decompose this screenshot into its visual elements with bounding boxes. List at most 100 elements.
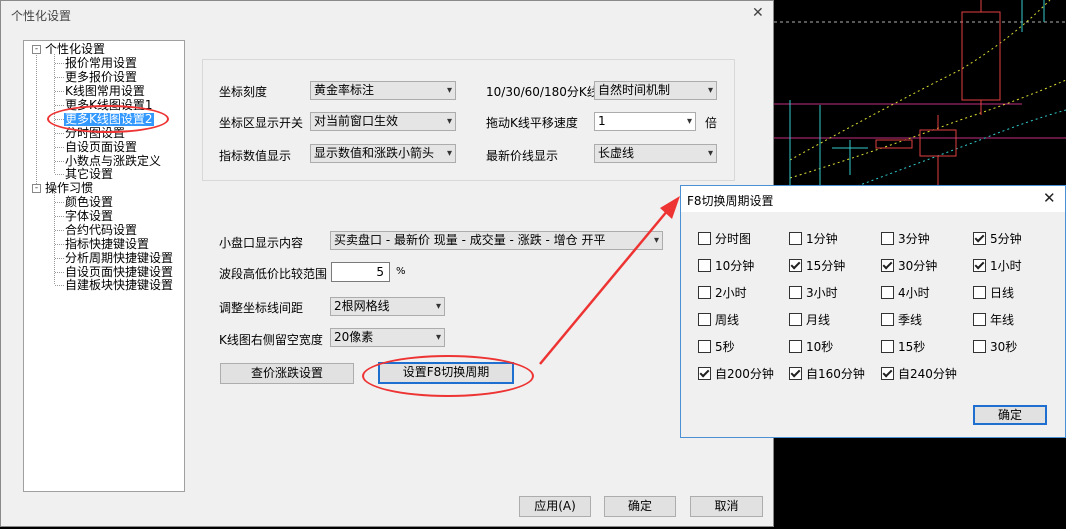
coord-area-value: 对当前窗口生效 bbox=[314, 114, 399, 128]
period-checkbox[interactable]: 30秒 bbox=[973, 340, 1017, 354]
period-checkbox[interactable]: 1分钟 bbox=[789, 232, 838, 246]
coord-area-select[interactable]: 对当前窗口生效 ▾ bbox=[310, 112, 456, 131]
period-checkbox-label: 10分钟 bbox=[715, 259, 755, 273]
checkbox-checked-icon[interactable] bbox=[789, 259, 802, 272]
dialog-title: 个性化设置 bbox=[11, 9, 72, 23]
period-checkbox[interactable]: 分时图 bbox=[698, 232, 751, 246]
right-margin-select[interactable]: 20像素 ▾ bbox=[330, 328, 445, 347]
checkbox-unchecked-icon[interactable] bbox=[881, 286, 894, 299]
period-checkbox[interactable]: 月线 bbox=[789, 313, 830, 327]
apply-button[interactable]: 应用(A) bbox=[519, 496, 591, 517]
checkbox-checked-icon[interactable] bbox=[698, 367, 711, 380]
checkbox-unchecked-icon[interactable] bbox=[881, 340, 894, 353]
indicator-value-select[interactable]: 显示数值和涨跌小箭头 ▾ bbox=[310, 144, 456, 163]
tree-item-quote-more[interactable]: 更多报价设置 bbox=[65, 71, 137, 84]
tree-connector bbox=[55, 216, 64, 217]
period-checkbox-label: 30分钟 bbox=[898, 259, 938, 273]
period-checkbox[interactable]: 日线 bbox=[973, 286, 1014, 300]
period-checkbox[interactable]: 年线 bbox=[973, 313, 1014, 327]
tree-item-font[interactable]: 字体设置 bbox=[65, 210, 113, 223]
tree-item-period-hotkey[interactable]: 分析周期快捷键设置 bbox=[65, 252, 173, 265]
kline-period-label: 10/30/60/180分K线 bbox=[486, 85, 599, 99]
chevron-down-icon: ▾ bbox=[707, 85, 713, 96]
period-checkbox-label: 2小时 bbox=[715, 286, 747, 300]
tree-item-color[interactable]: 颜色设置 bbox=[65, 196, 113, 209]
checkbox-unchecked-icon[interactable] bbox=[698, 232, 711, 245]
checkbox-unchecked-icon[interactable] bbox=[973, 340, 986, 353]
checkbox-checked-icon[interactable] bbox=[973, 259, 986, 272]
tree-item-block-hotkey[interactable]: 自建板块快捷键设置 bbox=[65, 279, 173, 292]
tree-toggle[interactable]: - bbox=[32, 45, 41, 54]
ok-button[interactable]: 确定 bbox=[604, 496, 676, 517]
checkbox-unchecked-icon[interactable] bbox=[973, 313, 986, 326]
checkbox-unchecked-icon[interactable] bbox=[789, 340, 802, 353]
mini-panel-select[interactable]: 买卖盘口 - 最新价 现量 - 成交量 - 涨跌 - 增仓 开平 ▾ bbox=[330, 231, 663, 250]
period-checkbox[interactable]: 1小时 bbox=[973, 259, 1022, 273]
chevron-down-icon: ▾ bbox=[446, 116, 452, 127]
period-checkbox[interactable]: 5秒 bbox=[698, 340, 735, 354]
checkbox-unchecked-icon[interactable] bbox=[698, 259, 711, 272]
period-checkbox[interactable]: 30分钟 bbox=[881, 259, 937, 273]
grid-spacing-value: 2根网格线 bbox=[334, 299, 390, 313]
tree-group-personalization[interactable]: 个性化设置 bbox=[45, 43, 105, 56]
period-checkbox[interactable]: 5分钟 bbox=[973, 232, 1022, 246]
tree-item-kline-common[interactable]: K线图常用设置 bbox=[65, 85, 145, 98]
chevron-down-icon: ▾ bbox=[707, 148, 713, 159]
period-checkbox[interactable]: 自240分钟 bbox=[881, 367, 957, 381]
checkbox-unchecked-icon[interactable] bbox=[698, 313, 711, 326]
tree-item-contract-code[interactable]: 合约代码设置 bbox=[65, 224, 137, 237]
checkbox-checked-icon[interactable] bbox=[789, 367, 802, 380]
checkbox-unchecked-icon[interactable] bbox=[789, 232, 802, 245]
f8-dialog-title: F8切换周期设置 bbox=[687, 194, 774, 208]
period-checkbox-label: 季线 bbox=[898, 313, 923, 327]
checkbox-unchecked-icon[interactable] bbox=[698, 286, 711, 299]
chevron-down-icon: ▾ bbox=[446, 85, 452, 96]
period-checkbox-label: 10秒 bbox=[806, 340, 834, 354]
period-checkbox[interactable]: 3分钟 bbox=[881, 232, 930, 246]
checkbox-unchecked-icon[interactable] bbox=[973, 286, 986, 299]
tree-group-habits[interactable]: 操作习惯 bbox=[45, 182, 93, 195]
period-checkbox[interactable]: 4小时 bbox=[881, 286, 930, 300]
tree-connector bbox=[55, 63, 64, 64]
mini-panel-value: 买卖盘口 - 最新价 现量 - 成交量 - 涨跌 - 增仓 开平 bbox=[334, 233, 606, 247]
period-checkbox[interactable]: 15秒 bbox=[881, 340, 925, 354]
tree-item-other[interactable]: 其它设置 bbox=[65, 168, 113, 181]
period-checkbox[interactable]: 自160分钟 bbox=[789, 367, 865, 381]
latest-price-select[interactable]: 长虚线 ▾ bbox=[594, 144, 717, 163]
drag-speed-value: 1 bbox=[598, 114, 606, 128]
coord-scale-select[interactable]: 黄金率标注 ▾ bbox=[310, 81, 456, 100]
grid-spacing-select[interactable]: 2根网格线 ▾ bbox=[330, 297, 445, 316]
tree-toggle[interactable]: - bbox=[32, 184, 41, 193]
period-checkbox[interactable]: 周线 bbox=[698, 313, 739, 327]
checkbox-unchecked-icon[interactable] bbox=[789, 286, 802, 299]
tree-item-indicator-hotkey[interactable]: 指标快捷键设置 bbox=[65, 238, 149, 251]
period-checkbox[interactable]: 2小时 bbox=[698, 286, 747, 300]
checkbox-checked-icon[interactable] bbox=[881, 367, 894, 380]
annotation-ellipse bbox=[47, 105, 169, 133]
tree-connector bbox=[55, 105, 64, 106]
kline-period-select[interactable]: 自然时间机制 ▾ bbox=[594, 81, 717, 100]
period-checkbox[interactable]: 10分钟 bbox=[698, 259, 754, 273]
cancel-button[interactable]: 取消 bbox=[690, 496, 763, 517]
period-checkbox[interactable]: 3小时 bbox=[789, 286, 838, 300]
period-checkbox[interactable]: 自200分钟 bbox=[698, 367, 774, 381]
dialog-close-button[interactable]: ✕ bbox=[752, 5, 764, 21]
checkbox-unchecked-icon[interactable] bbox=[881, 313, 894, 326]
f8-close-icon[interactable]: ✕ bbox=[1043, 189, 1056, 207]
checkbox-unchecked-icon[interactable] bbox=[881, 232, 894, 245]
checkbox-checked-icon[interactable] bbox=[973, 232, 986, 245]
checkbox-unchecked-icon[interactable] bbox=[789, 313, 802, 326]
wave-range-input[interactable]: 5 bbox=[331, 262, 390, 282]
coord-scale-value: 黄金率标注 bbox=[314, 83, 375, 97]
tree-item-quote-common[interactable]: 报价常用设置 bbox=[65, 57, 137, 70]
checkbox-unchecked-icon[interactable] bbox=[698, 340, 711, 353]
f8-ok-button[interactable]: 确定 bbox=[973, 405, 1047, 425]
period-checkbox[interactable]: 15分钟 bbox=[789, 259, 845, 273]
tree-item-custom-page[interactable]: 自设页面设置 bbox=[65, 141, 137, 154]
drag-speed-select[interactable]: 1 ▾ bbox=[594, 112, 696, 131]
tree-connector bbox=[55, 244, 64, 245]
period-checkbox[interactable]: 季线 bbox=[881, 313, 922, 327]
check-price-change-button[interactable]: 查价涨跌设置 bbox=[220, 363, 354, 384]
period-checkbox[interactable]: 10秒 bbox=[789, 340, 833, 354]
checkbox-checked-icon[interactable] bbox=[881, 259, 894, 272]
